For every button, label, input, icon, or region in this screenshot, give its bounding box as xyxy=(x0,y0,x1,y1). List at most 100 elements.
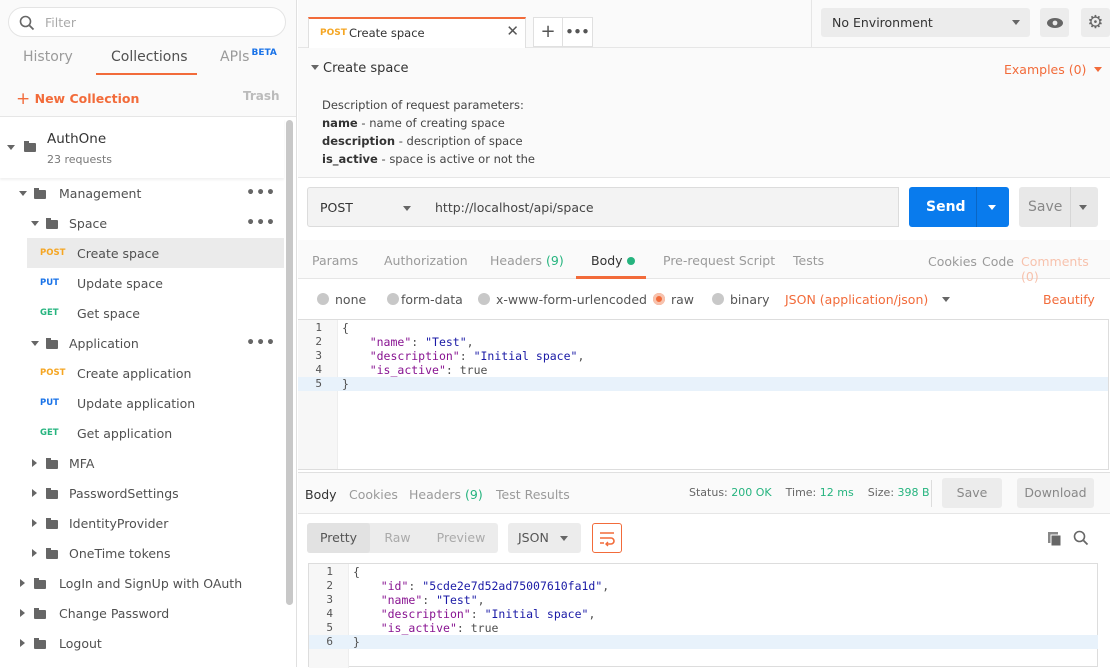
more-icon[interactable]: ••• xyxy=(246,215,276,231)
folder-item[interactable]: IdentityProvider xyxy=(0,508,284,538)
active-line-highlight xyxy=(298,377,1108,391)
response-body-viewer[interactable]: 1 {2 "id": "5cde2e7d52ad75007610fa1d", 3 "… xyxy=(308,563,1098,668)
folder-icon xyxy=(34,608,46,619)
request-item[interactable]: POST Create space xyxy=(27,238,284,268)
folder-label: Management xyxy=(59,185,142,201)
folder-icon xyxy=(34,578,46,589)
view-pretty[interactable]: Pretty xyxy=(307,523,370,553)
beautify-button[interactable]: Beautify xyxy=(1043,292,1095,307)
wrap-lines-button[interactable] xyxy=(592,523,622,553)
collection-authone[interactable]: AuthOne 23 requests xyxy=(0,118,284,178)
radio-form-data[interactable] xyxy=(387,293,399,305)
response-tab-test-results[interactable]: Test Results xyxy=(496,487,570,502)
tab-tests[interactable]: Tests xyxy=(793,253,824,268)
status-value: 200 OK xyxy=(731,486,772,499)
sidebar-scrollbar[interactable] xyxy=(286,120,293,605)
line-number: 3 xyxy=(326,593,333,606)
line-number: 4 xyxy=(315,363,322,376)
radio-raw[interactable] xyxy=(653,293,665,305)
response-tab-cookies[interactable]: Cookies xyxy=(349,487,398,502)
folder-item[interactable]: Logout xyxy=(0,628,284,658)
eye-icon xyxy=(1046,18,1063,28)
folder-item[interactable]: Management ••• xyxy=(0,178,284,208)
request-item[interactable]: PUT Update application xyxy=(0,388,284,418)
filter-input[interactable]: Filter xyxy=(8,7,286,37)
description-line: Description of request parameters: xyxy=(322,96,535,114)
new-collection-button[interactable]: + New Collection xyxy=(16,88,140,109)
tab-headers[interactable]: Headers (9) xyxy=(490,253,564,268)
request-name-toggle[interactable]: Create space xyxy=(311,61,408,76)
method-select[interactable]: POST xyxy=(307,187,424,227)
cookies-link[interactable]: Cookies xyxy=(928,254,977,269)
folder-item[interactable]: Change Password xyxy=(0,598,284,628)
new-collection-label: New Collection xyxy=(34,91,140,106)
radio-binary[interactable] xyxy=(712,293,724,305)
send-button[interactable]: Send xyxy=(909,187,1009,227)
folder-label: IdentityProvider xyxy=(69,515,169,531)
tab-params[interactable]: Params xyxy=(312,253,358,268)
response-tab-headers-label: Headers xyxy=(409,487,462,502)
request-tab-create-space[interactable]: POST Create space ✕ xyxy=(308,17,526,48)
request-item[interactable]: GET Get space xyxy=(0,298,284,328)
environment-quick-look-button[interactable] xyxy=(1040,8,1069,37)
tab-authorization[interactable]: Authorization xyxy=(384,253,468,268)
more-icon[interactable]: ••• xyxy=(246,335,276,351)
send-options-chevron-icon[interactable] xyxy=(988,205,996,210)
method-badge: POST xyxy=(40,368,66,378)
trash-button[interactable]: Trash xyxy=(243,89,280,103)
more-icon[interactable]: ••• xyxy=(246,185,276,201)
code-line: "name": "Test", xyxy=(380,593,485,607)
line-number: 2 xyxy=(315,335,322,348)
environment-select[interactable]: No Environment xyxy=(821,8,1030,37)
examples-dropdown[interactable]: Examples (0) xyxy=(1004,62,1103,77)
radio-none[interactable] xyxy=(317,293,329,305)
code-line: "description": "Initial space", xyxy=(369,349,585,363)
save-options-chevron-icon[interactable] xyxy=(1079,205,1087,210)
request-item[interactable]: GET Get application xyxy=(0,418,284,448)
tab-options-button[interactable]: ••• xyxy=(562,17,593,47)
search-response-button[interactable] xyxy=(1073,530,1089,549)
code-link[interactable]: Code xyxy=(982,254,1014,269)
line-number: 4 xyxy=(326,607,333,620)
close-icon[interactable]: ✕ xyxy=(506,22,519,40)
examples-label: Examples (0) xyxy=(1004,62,1087,77)
copy-button[interactable] xyxy=(1047,531,1063,550)
folder-item[interactable]: PasswordSettings xyxy=(0,478,284,508)
folder-item[interactable]: LogIn and SignUp with OAuth xyxy=(0,568,284,598)
folder-item[interactable]: Space ••• xyxy=(0,208,284,238)
download-button[interactable]: Download xyxy=(1017,478,1094,508)
code-line: "is_active": true xyxy=(369,363,488,377)
request-item[interactable]: PUT Update space xyxy=(0,268,284,298)
response-tab-body[interactable]: Body xyxy=(305,487,337,502)
radio-label-form-data: form-data xyxy=(401,292,463,307)
line-number: 5 xyxy=(315,377,322,390)
folder-item[interactable]: MFA xyxy=(0,448,284,478)
request-body-editor[interactable]: 1 {2 "name": "Test", 3 "description": "Ini… xyxy=(298,319,1109,470)
wrap-icon xyxy=(600,532,615,547)
view-raw[interactable]: Raw xyxy=(370,523,425,553)
method-badge: PUT xyxy=(40,278,59,288)
request-item[interactable]: POST Create application xyxy=(0,358,284,388)
content-type-select[interactable]: JSON (application/json) xyxy=(785,292,951,307)
folder-item[interactable]: Application ••• xyxy=(0,328,284,358)
radio-x-www-form-urlencoded[interactable] xyxy=(478,293,490,305)
code-line: } xyxy=(342,377,349,391)
format-selected: JSON xyxy=(518,530,549,545)
settings-button[interactable]: ⚙ xyxy=(1081,8,1110,37)
view-preview[interactable]: Preview xyxy=(425,523,497,553)
response-tab-headers[interactable]: Headers (9) xyxy=(409,487,483,502)
gear-icon: ⚙ xyxy=(1087,12,1104,33)
comments-link[interactable]: Comments (0) xyxy=(1021,254,1110,284)
request-tab-method: POST xyxy=(320,28,347,38)
save-button[interactable]: Save xyxy=(1019,187,1098,227)
url-input[interactable]: http://localhost/api/space xyxy=(423,187,899,227)
tab-pre-request-script[interactable]: Pre-request Script xyxy=(663,253,775,268)
response-save-button[interactable]: Save xyxy=(942,478,1002,508)
format-select[interactable]: JSON xyxy=(508,523,581,553)
tab-body[interactable]: Body xyxy=(591,253,635,268)
tab-collections[interactable]: Collections xyxy=(111,49,188,65)
tab-history[interactable]: History xyxy=(23,49,73,65)
tab-apis[interactable]: APIs BETA xyxy=(220,48,277,65)
new-tab-button[interactable]: + xyxy=(533,17,563,47)
folder-item[interactable]: OneTime tokens xyxy=(0,538,284,568)
